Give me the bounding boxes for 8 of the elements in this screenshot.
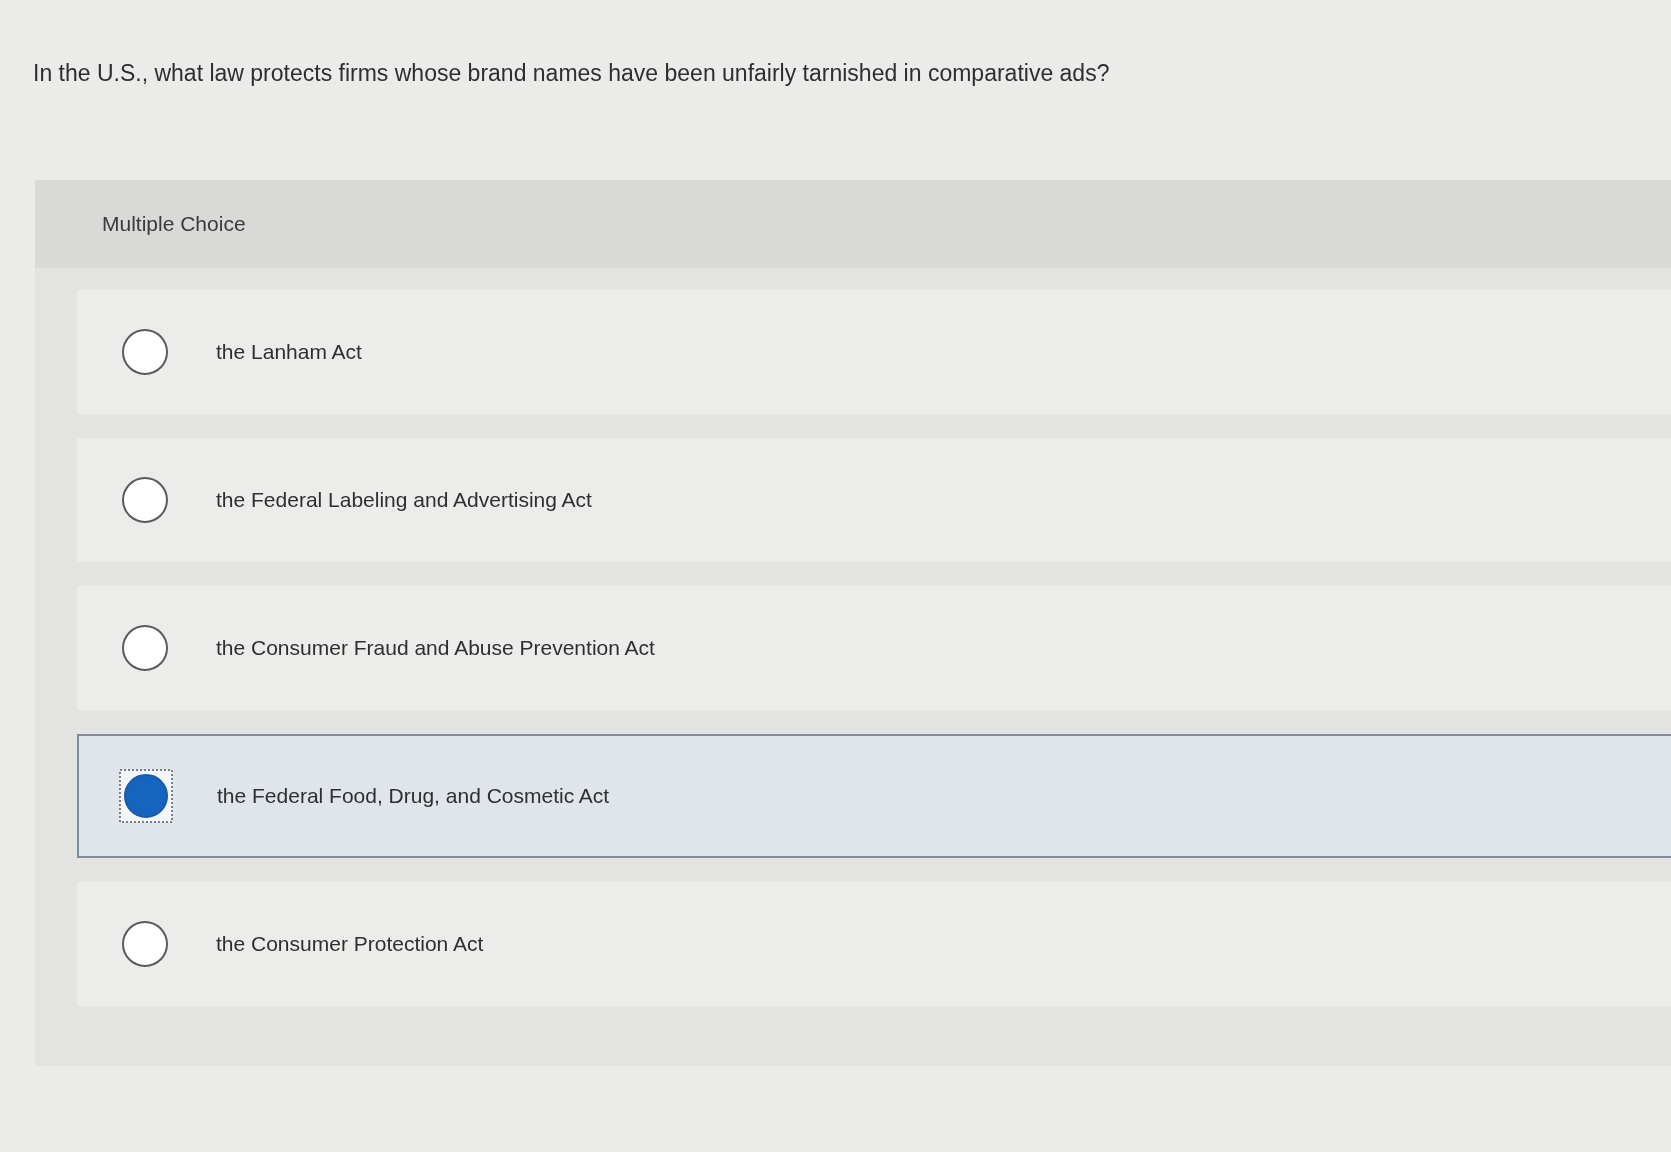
answer-option[interactable]: the Federal Labeling and Advertising Act xyxy=(77,438,1671,562)
answer-option[interactable]: the Consumer Protection Act xyxy=(77,882,1671,1006)
question-type-header: Multiple Choice xyxy=(35,180,1671,268)
answer-option[interactable]: the Federal Food, Drug, and Cosmetic Act xyxy=(77,734,1671,858)
answer-option[interactable]: the Lanham Act xyxy=(77,290,1671,414)
filled-radio-icon[interactable] xyxy=(119,769,173,823)
answer-option[interactable]: the Consumer Fraud and Abuse Prevention Act xyxy=(77,586,1671,710)
question-text: In the U.S., what law protects firms whose brand names have been unfairly tarnished in comparative ads? xyxy=(33,59,1111,88)
